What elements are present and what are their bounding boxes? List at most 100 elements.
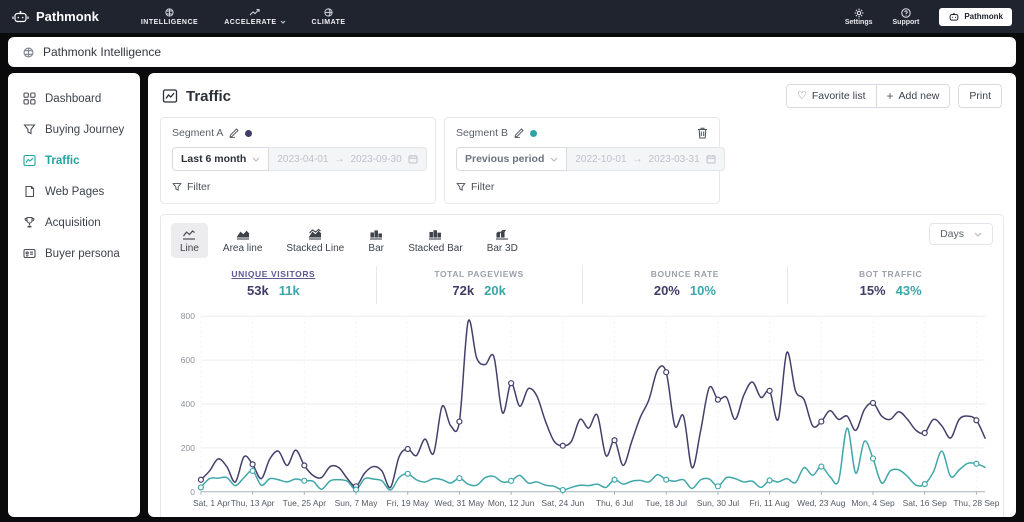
nav-intelligence[interactable]: INTELLIGENCE xyxy=(141,8,198,26)
nav-accelerate[interactable]: ACCELERATE xyxy=(224,8,285,26)
filter-funnel-icon xyxy=(456,183,466,191)
tab-bar-3d[interactable]: Bar 3D xyxy=(478,223,527,258)
bounce-rate-segment-b: 10% xyxy=(689,283,716,298)
stat-unique-visitors[interactable]: UNIQUE VISITORS 53k 11k xyxy=(171,266,376,304)
svg-text:Tue, 25 Apr: Tue, 25 Apr xyxy=(283,498,327,508)
funnel-icon xyxy=(23,124,36,135)
tab-area-line[interactable]: Area line xyxy=(214,223,271,258)
tab-stacked-line[interactable]: Stacked Line xyxy=(277,223,353,258)
trash-icon xyxy=(698,127,707,139)
plus-icon: + xyxy=(886,89,894,103)
svg-text:Fri, 11 Aug: Fri, 11 Aug xyxy=(749,498,790,508)
total-pageviews-segment-a: 72k xyxy=(452,283,475,298)
svg-text:Sun, 30 Jul: Sun, 30 Jul xyxy=(697,498,739,508)
chevron-down-icon xyxy=(550,157,558,162)
area-chart-icon xyxy=(236,230,249,240)
metric-stats-row: UNIQUE VISITORS 53k 11k TOTAL PAGEVIEWS … xyxy=(171,266,993,304)
app-title: Pathmonk Intelligence xyxy=(43,45,162,59)
sidebar-item-buying-journey[interactable]: Buying Journey xyxy=(8,114,140,145)
stat-bounce-rate[interactable]: BOUNCE RATE 20% 10% xyxy=(581,266,788,304)
dashboard-grid-icon xyxy=(23,92,36,105)
svg-text:Wed, 31 May: Wed, 31 May xyxy=(435,498,486,508)
traffic-line-chart[interactable]: 0 200 400 600 800 Sat, 1 Apr Thu, 13 Apr Tue, 2… xyxy=(171,306,1000,517)
segment-a-panel: Segment A Last 6 month 2023-04-01 → 2023… xyxy=(160,117,436,204)
edit-pencil-icon[interactable] xyxy=(229,128,240,138)
segment-a-date-range[interactable]: 2023-04-01 → 2023-09-30 xyxy=(269,147,427,171)
line-chart-icon xyxy=(183,230,196,240)
id-card-icon xyxy=(23,248,36,259)
svg-text:Sat, 1 Apr: Sat, 1 Apr xyxy=(193,498,230,508)
chevron-down-icon xyxy=(974,232,982,237)
settings-button[interactable]: Settings xyxy=(845,8,873,26)
stat-bot-traffic[interactable]: BOT TRAFFIC 15% 43% xyxy=(787,266,993,304)
granularity-select[interactable]: Days xyxy=(929,223,993,245)
unique-visitors-segment-b: 11k xyxy=(278,283,300,298)
topbar-utilities: Settings Support Pathmonk xyxy=(845,7,1012,26)
pathmonk-small-logo-icon xyxy=(949,12,959,21)
gear-icon xyxy=(854,8,864,17)
bar-3d-icon xyxy=(496,230,509,240)
segment-a-color-dot xyxy=(245,129,253,137)
heart-icon: ♡ xyxy=(796,89,807,102)
arrow-right-icon: → xyxy=(632,153,643,165)
main-content: Traffic ♡ Favorite list + Add new Print xyxy=(148,73,1016,517)
calendar-icon xyxy=(706,155,716,164)
svg-text:Tue, 18 Jul: Tue, 18 Jul xyxy=(645,498,687,508)
sidebar-item-acquisition[interactable]: Acquisition xyxy=(8,207,140,238)
svg-text:200: 200 xyxy=(181,443,195,453)
sidebar-item-dashboard[interactable]: Dashboard xyxy=(8,83,140,114)
traffic-title-icon xyxy=(162,89,178,103)
segment-b-color-dot xyxy=(529,129,537,137)
top-navbar: Pathmonk INTELLIGENCE ACCELERATE CLIMATE… xyxy=(0,0,1024,33)
bounce-rate-segment-a: 20% xyxy=(653,283,680,298)
segment-a-period-select[interactable]: Last 6 month xyxy=(172,147,270,171)
chart-canvas[interactable]: 0 200 400 600 800 Sat, 1 Apr Thu, 13 Apr Tue, 2… xyxy=(171,306,1000,517)
support-button[interactable]: Support xyxy=(893,7,919,26)
add-new-button[interactable]: + Add new xyxy=(875,84,951,108)
svg-text:Sun, 7 May: Sun, 7 May xyxy=(335,498,379,508)
svg-text:600: 600 xyxy=(181,355,195,365)
segment-b-date-range[interactable]: 2022-10-01 → 2023-03-31 xyxy=(567,147,725,171)
delete-segment-button[interactable] xyxy=(697,127,708,139)
segment-a-filter[interactable]: Filter xyxy=(172,181,424,193)
app-breadcrumb-bar: Pathmonk Intelligence xyxy=(8,37,1016,67)
account-pathmonk-button[interactable]: Pathmonk xyxy=(939,7,1012,26)
stat-total-pageviews[interactable]: TOTAL PAGEVIEWS 72k 20k xyxy=(375,266,582,304)
svg-text:Thu, 28 Sep: Thu, 28 Sep xyxy=(953,498,999,508)
svg-text:0: 0 xyxy=(190,487,195,497)
question-mark-icon xyxy=(901,7,911,18)
svg-text:Thu, 6 Jul: Thu, 6 Jul xyxy=(596,498,633,508)
stacked-bar-icon xyxy=(429,230,442,240)
favorite-list-button[interactable]: ♡ Favorite list xyxy=(785,84,877,108)
bar-chart-icon xyxy=(370,230,383,240)
segment-b-period-select[interactable]: Previous period xyxy=(456,147,568,171)
brand-logo[interactable]: Pathmonk xyxy=(12,9,99,24)
tab-bar[interactable]: Bar xyxy=(359,223,393,258)
calendar-icon xyxy=(408,155,418,164)
svg-text:Sat, 24 Jun: Sat, 24 Jun xyxy=(541,498,584,508)
unique-visitors-segment-a: 53k xyxy=(247,283,269,298)
tab-line[interactable]: Line xyxy=(171,223,208,258)
intelligence-app-icon xyxy=(23,46,34,58)
brand-name: Pathmonk xyxy=(36,9,99,24)
arrow-right-icon: → xyxy=(334,153,345,165)
print-button[interactable]: Print xyxy=(958,84,1002,108)
traffic-chart-card: Line Area line Stacked Line Bar Stacked … xyxy=(160,214,1004,517)
intelligence-icon xyxy=(165,8,174,18)
segment-b-panel: Segment B Previous period 2022-10-01 → 2… xyxy=(444,117,725,204)
segment-b-filter[interactable]: Filter xyxy=(456,181,708,193)
svg-text:400: 400 xyxy=(181,399,195,409)
sidebar-item-web-pages[interactable]: Web Pages xyxy=(8,176,140,207)
sidebar-item-buyer-persona[interactable]: Buyer persona xyxy=(8,238,140,269)
chevron-down-icon xyxy=(252,157,260,162)
svg-text:Thu, 13 Apr: Thu, 13 Apr xyxy=(231,498,275,508)
tab-stacked-bar[interactable]: Stacked Bar xyxy=(399,223,471,258)
edit-pencil-icon[interactable] xyxy=(514,128,524,138)
bot-traffic-segment-b: 43% xyxy=(895,283,922,298)
svg-text:800: 800 xyxy=(181,311,195,321)
nav-climate[interactable]: CLIMATE xyxy=(312,8,346,26)
segment-b-name: Segment B xyxy=(456,127,508,139)
document-icon xyxy=(25,185,35,198)
sidebar-item-traffic[interactable]: Traffic xyxy=(8,145,140,176)
chevron-down-icon xyxy=(280,20,285,24)
